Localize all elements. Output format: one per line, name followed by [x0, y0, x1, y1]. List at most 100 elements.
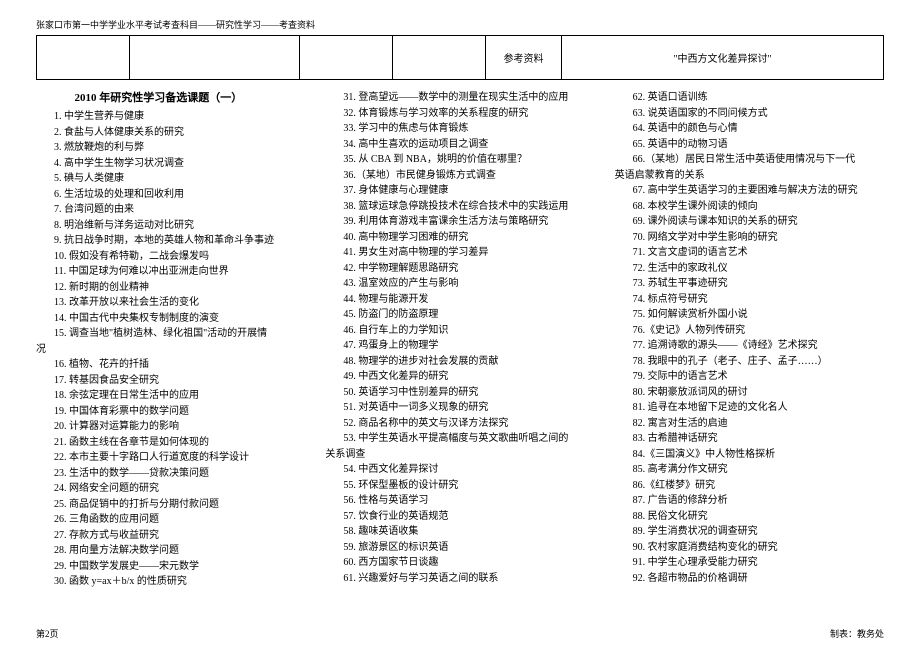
topic-item: 61. 兴趣爱好与学习英语之间的联系 [325, 571, 594, 587]
topic-item: 21. 函数主线在各章节是如何体现的 [36, 435, 305, 451]
topic-item: 14. 中国古代中央集权专制制度的演变 [36, 311, 305, 327]
topic-item: 65. 英语中的动物习语 [615, 137, 884, 153]
topic-item: 45. 防盗门的防盗原理 [325, 307, 594, 323]
topic-item: 3. 燃放鞭炮的利与弊 [36, 140, 305, 156]
topic-item: 70. 网络文学对中学生影响的研究 [615, 230, 884, 246]
topic-item: 5. 碘与人类健康 [36, 171, 305, 187]
topic-item: 16. 植物、花卉的扦插 [36, 357, 305, 373]
topic-item: 78. 我眼中的孔子（老子、庄子、孟子……） [615, 354, 884, 370]
topic-item: 25. 商品促销中的打折与分期付款问题 [36, 497, 305, 513]
topic-item: 58. 趣味英语收集 [325, 524, 594, 540]
topic-item: 11. 中国足球为何难以冲出亚洲走向世界 [36, 264, 305, 280]
topic-item: 46. 自行车上的力学知识 [325, 323, 594, 339]
table-cell-empty [37, 36, 130, 80]
reference-label: 参考资料 [485, 36, 561, 80]
topic-item: 48. 物理学的进步对社会发展的贡献 [325, 354, 594, 370]
table-cell-empty [299, 36, 392, 80]
topic-item: 82. 寓言对生活的启迪 [615, 416, 884, 432]
topic-item: 英语启蒙教育的关系 [615, 168, 884, 184]
topic-item: 43. 温室效应的产生与影响 [325, 276, 594, 292]
topic-item: 34. 高中生喜欢的运动项目之调查 [325, 137, 594, 153]
topic-item: 47. 鸡蛋身上的物理学 [325, 338, 594, 354]
topic-item: 77. 追溯诗歌的源头——《诗经》艺术探究 [615, 338, 884, 354]
topic-item: 32. 体育锻炼与学习效率的关系程度的研究 [325, 106, 594, 122]
topic-item: 60. 西方国家节日谈趣 [325, 555, 594, 571]
page-header: 张家口市第一中学学业水平考试考查科目——研究性学习——考查资料 [36, 18, 884, 31]
topic-item: 67. 高中学生英语学习的主要困难与解决方法的研究 [615, 183, 884, 199]
topic-item: 况 [36, 342, 305, 358]
topic-item: 92. 各超市物品的价格调研 [615, 571, 884, 587]
topic-item: 76.《史记》人物列传研究 [615, 323, 884, 339]
topic-item: 88. 民俗文化研究 [615, 509, 884, 525]
topic-item: 75. 如何解读赏析外国小说 [615, 307, 884, 323]
topic-item: 84.《三国演义》中人物性格探析 [615, 447, 884, 463]
topic-item: 38. 篮球运球急停跳投技术在综合技术中的实践运用 [325, 199, 594, 215]
topic-item: 52. 商品名称中的英文与汉译方法探究 [325, 416, 594, 432]
topic-item: 53. 中学生英语水平提高幅度与英文歌曲听唱之间的 [325, 431, 594, 447]
table-cell-empty [392, 36, 485, 80]
topic-item: 23. 生活中的数学——贷款决策问题 [36, 466, 305, 482]
topic-item: 30. 函数 y=ax＋b/x 的性质研究 [36, 574, 305, 590]
topic-item: 66.（某地）居民日常生活中英语使用情况与下一代 [615, 152, 884, 168]
topic-item: 8. 明治维新与洋务运动对比研究 [36, 218, 305, 234]
reference-value: "中西方文化差异探讨" [562, 36, 884, 80]
topic-item: 68. 本校学生课外阅读的倾向 [615, 199, 884, 215]
topic-item: 26. 三角函数的应用问题 [36, 512, 305, 528]
topic-item: 15. 调查当地"植树造林、绿化祖国"活动的开展情 [36, 326, 305, 342]
topic-item: 42. 中学物理解题思路研究 [325, 261, 594, 277]
topic-item: 87. 广告语的修辞分析 [615, 493, 884, 509]
page-footer: 第2页 制表：教务处 [36, 627, 884, 640]
topic-item: 74. 标点符号研究 [615, 292, 884, 308]
topic-item: 28. 用向量方法解决数学问题 [36, 543, 305, 559]
topic-item: 31. 登高望远——数学中的测量在现实生活中的应用 [325, 90, 594, 106]
topic-item: 81. 追寻在本地留下足迹的文化名人 [615, 400, 884, 416]
reference-table: 参考资料 "中西方文化差异探讨" [36, 35, 884, 80]
topic-item: 83. 古希腊神话研究 [615, 431, 884, 447]
topic-item: 86.《红楼梦》研究 [615, 478, 884, 494]
topic-item: 39. 利用体育游戏丰富课余生活方法与策略研究 [325, 214, 594, 230]
footer-author: 制表：教务处 [830, 627, 884, 640]
topic-item: 17. 转基因食品安全研究 [36, 373, 305, 389]
topic-item: 72. 生活中的家政礼仪 [615, 261, 884, 277]
page-number: 第2页 [36, 627, 59, 640]
topic-item: 44. 物理与能源开发 [325, 292, 594, 308]
topic-item: 19. 中国体育彩票中的数学问题 [36, 404, 305, 420]
topic-item: 80. 宋朝豪放派词风的研讨 [615, 385, 884, 401]
topic-item: 49. 中西文化差异的研究 [325, 369, 594, 385]
topic-item: 18. 余弦定理在日常生活中的应用 [36, 388, 305, 404]
topics-columns: 2010 年研究性学习备选课题（一） 1. 中学生营养与健康2. 食盐与人体健康… [36, 90, 884, 595]
topic-item: 关系调查 [325, 447, 594, 463]
topic-item: 9. 抗日战争时期，本地的英雄人物和革命斗争事迹 [36, 233, 305, 249]
topic-item: 85. 高考满分作文研究 [615, 462, 884, 478]
topic-item: 63. 说英语国家的不同问候方式 [615, 106, 884, 122]
topic-item: 41. 男女生对高中物理的学习差异 [325, 245, 594, 261]
topic-item: 29. 中国数学发展史——宋元数学 [36, 559, 305, 575]
table-cell-empty [130, 36, 299, 80]
topic-item: 51. 对英语中一词多义现象的研究 [325, 400, 594, 416]
topic-item: 10. 假如没有希特勒，二战会爆发吗 [36, 249, 305, 265]
topic-item: 1. 中学生营养与健康 [36, 109, 305, 125]
topic-item: 71. 文言文虚词的语言艺术 [615, 245, 884, 261]
topic-item: 37. 身体健康与心理健康 [325, 183, 594, 199]
topic-item: 13. 改革开放以来社会生活的变化 [36, 295, 305, 311]
topic-item: 35. 从 CBA 到 NBA，姚明的价值在哪里？ [325, 152, 594, 168]
topic-item: 69. 课外阅读与课本知识的关系的研究 [615, 214, 884, 230]
topic-item: 27. 存款方式与收益研究 [36, 528, 305, 544]
section-title: 2010 年研究性学习备选课题（一） [36, 90, 305, 107]
topic-item: 89. 学生消费状况的调查研究 [615, 524, 884, 540]
topic-item: 6. 生活垃圾的处理和回收利用 [36, 187, 305, 203]
topic-item: 24. 网络安全问题的研究 [36, 481, 305, 497]
topic-item: 50. 英语学习中性别差异的研究 [325, 385, 594, 401]
topic-item: 57. 饮食行业的英语规范 [325, 509, 594, 525]
topic-item: 4. 高中学生生物学习状况调查 [36, 156, 305, 172]
topic-item: 56. 性格与英语学习 [325, 493, 594, 509]
topic-item: 2. 食盐与人体健康关系的研究 [36, 125, 305, 141]
topic-item: 7. 台湾问题的由来 [36, 202, 305, 218]
topic-item: 73. 苏轼生平事迹研究 [615, 276, 884, 292]
topic-item: 91. 中学生心理承受能力研究 [615, 555, 884, 571]
topic-item: 90. 农村家庭消费结构变化的研究 [615, 540, 884, 556]
topic-item: 12. 新时期的创业精神 [36, 280, 305, 296]
topic-item: 64. 英语中的颜色与心情 [615, 121, 884, 137]
topic-item: 62. 英语口语训练 [615, 90, 884, 106]
topic-item: 55. 环保型墨板的设计研究 [325, 478, 594, 494]
